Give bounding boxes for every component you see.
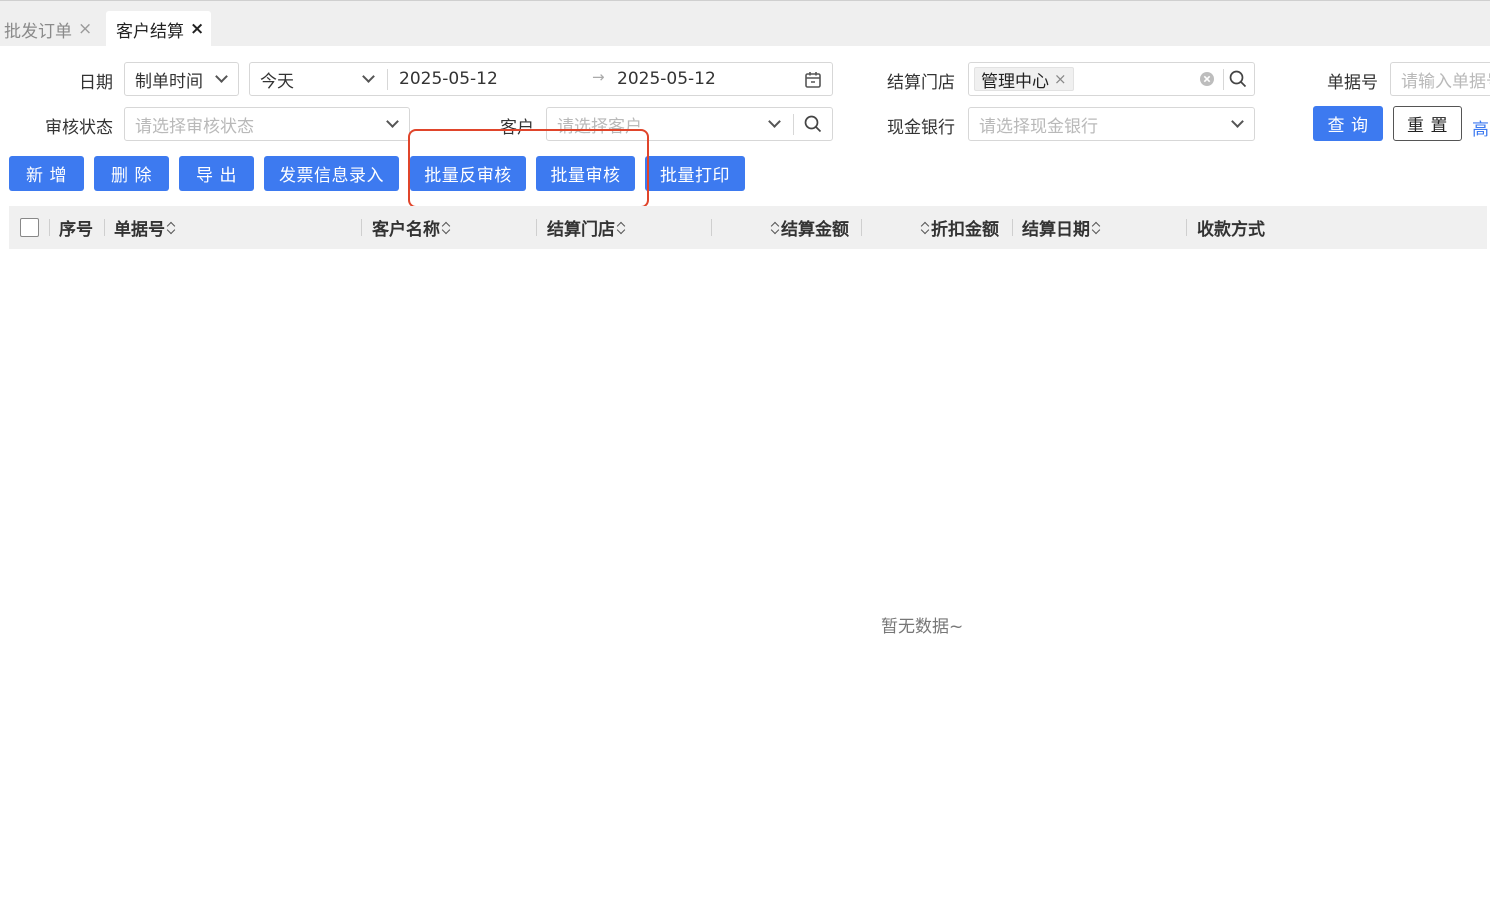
cash-bank-placeholder: 请选择现金银行 <box>979 116 1098 137</box>
batch-unaudit-button[interactable]: 批量反审核 <box>410 156 526 191</box>
close-icon[interactable]: × <box>1054 70 1067 88</box>
customer-label: 客户 <box>500 118 534 138</box>
date-label: 日期 <box>79 73 113 93</box>
date-preset-value[interactable]: 今天 <box>250 67 294 92</box>
cash-bank-select[interactable]: 请选择现金银行 <box>968 107 1255 141</box>
advanced-search-link[interactable]: 高 <box>1472 115 1489 140</box>
column-label: 单据号 <box>114 220 165 240</box>
audit-status-placeholder: 请选择审核状态 <box>135 116 254 137</box>
column-header-index: 序号 <box>59 206 93 249</box>
tab-label: 客户结算 <box>116 21 184 42</box>
column-label: 折扣金额 <box>931 220 999 240</box>
reset-button[interactable]: 重 置 <box>1393 106 1462 141</box>
search-icon[interactable] <box>1229 70 1247 88</box>
column-header-settle-amount[interactable]: 结算金额 <box>769 206 849 249</box>
audit-status-select[interactable]: 请选择审核状态 <box>124 107 410 141</box>
date-type-select[interactable]: 制单时间 <box>124 62 239 96</box>
batch-audit-button[interactable]: 批量审核 <box>536 156 635 191</box>
select-all-checkbox[interactable] <box>20 218 39 237</box>
column-divider <box>49 219 50 236</box>
invoice-entry-button[interactable]: 发票信息录入 <box>264 156 399 191</box>
query-button[interactable]: 查 询 <box>1313 106 1383 141</box>
table-header: 序号 单据号 客户名称 结算门店 结算金额 折扣金额 结算日期 收款方式 <box>9 206 1487 249</box>
tab-customer-settlement[interactable]: 客户结算 × <box>106 11 211 47</box>
sort-icon[interactable] <box>167 221 175 235</box>
clear-circle-icon[interactable] <box>1199 71 1215 87</box>
empty-state-text: 暂无数据~ <box>881 617 964 637</box>
chevron-down-icon <box>362 70 375 83</box>
store-select[interactable]: 管理中心 × <box>968 62 1255 96</box>
date-end-input[interactable]: 2025-05-12 <box>617 69 716 89</box>
store-label: 结算门店 <box>887 73 955 93</box>
batch-print-button[interactable]: 批量打印 <box>645 156 745 191</box>
chevron-down-icon <box>768 115 781 128</box>
search-icon[interactable] <box>804 115 822 133</box>
column-header-doc-no[interactable]: 单据号 <box>114 206 177 249</box>
column-divider <box>536 219 537 236</box>
customer-select[interactable]: 请选择客户 <box>546 107 833 141</box>
divider <box>1223 69 1224 90</box>
delete-button[interactable]: 删 除 <box>94 156 169 191</box>
column-label: 结算金额 <box>781 220 849 240</box>
column-divider <box>861 219 862 236</box>
date-type-value: 制单时间 <box>135 71 203 92</box>
doc-no-placeholder: 请输入单据号 <box>1401 71 1490 92</box>
date-start-input[interactable]: 2025-05-12 <box>399 69 498 89</box>
date-range-picker[interactable]: 今天 2025-05-12 → 2025-05-12 <box>249 62 833 96</box>
sort-icon[interactable] <box>771 221 779 235</box>
divider <box>793 114 794 135</box>
doc-no-label: 单据号 <box>1327 73 1378 93</box>
column-label: 结算日期 <box>1022 220 1090 240</box>
sort-icon[interactable] <box>442 221 450 235</box>
sort-icon[interactable] <box>617 221 625 235</box>
sort-icon[interactable] <box>1092 221 1100 235</box>
column-label: 结算门店 <box>547 220 615 240</box>
calendar-icon[interactable] <box>804 71 822 89</box>
column-header-store[interactable]: 结算门店 <box>547 206 627 249</box>
close-icon[interactable]: × <box>190 19 204 39</box>
column-header-customer-name[interactable]: 客户名称 <box>372 206 452 249</box>
customer-placeholder: 请选择客户 <box>557 116 642 137</box>
doc-no-input[interactable]: 请输入单据号 <box>1390 62 1490 96</box>
column-divider <box>104 219 105 236</box>
column-divider <box>711 219 712 236</box>
store-tag-label: 管理中心 <box>981 71 1049 92</box>
column-label: 收款方式 <box>1197 220 1265 240</box>
column-divider <box>1012 219 1013 236</box>
sort-icon[interactable] <box>921 221 929 235</box>
store-tag: 管理中心 × <box>974 67 1074 92</box>
chevron-down-icon <box>1231 115 1244 128</box>
tab-label: 批发订单 <box>4 21 72 42</box>
column-header-settle-date[interactable]: 结算日期 <box>1022 206 1102 249</box>
divider <box>387 69 388 90</box>
tab-bar: 批发订单 × 客户结算 × <box>0 0 1490 47</box>
column-divider <box>361 219 362 236</box>
column-label: 客户名称 <box>372 220 440 240</box>
cash-bank-label: 现金银行 <box>887 118 955 138</box>
column-header-discount-amount[interactable]: 折扣金额 <box>919 206 999 249</box>
add-button[interactable]: 新 增 <box>9 156 84 191</box>
arrow-right-icon: → <box>592 68 605 86</box>
tab-wholesale-orders[interactable]: 批发订单 × <box>4 11 92 47</box>
column-divider <box>1186 219 1187 236</box>
column-label: 序号 <box>59 220 93 240</box>
chevron-down-icon <box>386 115 399 128</box>
export-button[interactable]: 导 出 <box>179 156 254 191</box>
audit-status-label: 审核状态 <box>45 118 113 138</box>
close-icon[interactable]: × <box>78 19 92 39</box>
column-header-payment-method: 收款方式 <box>1197 206 1265 249</box>
chevron-down-icon <box>215 70 228 83</box>
